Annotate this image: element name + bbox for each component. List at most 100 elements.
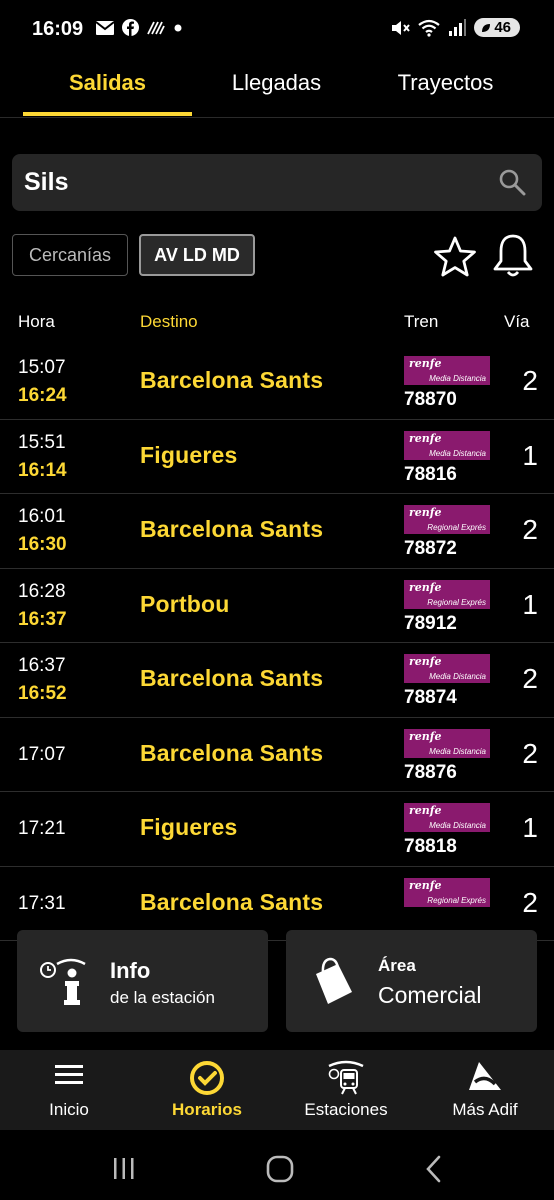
column-header-tren: Tren: [404, 312, 439, 331]
activity-icon: [147, 21, 165, 34]
bottom-navigation: Inicio Horarios Estaciones Más Adif: [0, 1050, 554, 1130]
star-icon[interactable]: [432, 234, 478, 280]
scheduled-time: 16:01: [18, 506, 66, 527]
system-navigation-bar: [0, 1130, 554, 1200]
renfe-brand: renfe: [409, 357, 442, 370]
nav-estaciones-label: Estaciones: [304, 1100, 388, 1119]
service-type: Regional Exprés: [427, 597, 486, 607]
home-icon[interactable]: [266, 1155, 294, 1183]
renfe-logo: renfe Media Distancia: [404, 803, 490, 832]
platform: 2: [522, 514, 538, 545]
area-comercial-card[interactable]: Área Comercial: [286, 930, 537, 1032]
status-icons-left: [96, 19, 183, 36]
filter-av-ld-md-button[interactable]: AV LD MD: [139, 234, 255, 276]
platform: 1: [522, 588, 538, 620]
service-type: Media Distancia: [429, 448, 486, 458]
nav-mas-adif[interactable]: Más Adif: [416, 1050, 554, 1130]
renfe-logo: renfe Media Distancia: [404, 356, 490, 385]
back-icon[interactable]: [424, 1155, 444, 1183]
scheduled-time: 17:31: [18, 892, 66, 914]
departure-row[interactable]: 16:37 16:52 Barcelona Sants renfe Media D…: [0, 643, 554, 718]
renfe-logo: renfe Media Distancia: [404, 430, 490, 460]
departure-row[interactable]: 15:51 16:14 Figueres renfe Media Distanci…: [0, 420, 554, 494]
service-type: Media Distancia: [429, 821, 486, 830]
renfe-brand: renfe: [409, 506, 442, 519]
train-number: 78816: [404, 463, 457, 485]
renfe-logo: renfe Regional Exprés: [404, 877, 490, 907]
estimated-time: 16:37: [18, 608, 67, 630]
renfe-logo: renfe Regional Exprés: [404, 579, 490, 609]
menu-icon: [55, 1065, 83, 1084]
mute-icon: [392, 20, 411, 35]
shopping-bag-icon: [316, 957, 352, 1004]
filter-cercanias-button[interactable]: Cercanías: [12, 234, 128, 276]
station-info-card[interactable]: Info de la estación: [17, 930, 268, 1032]
departure-row[interactable]: 17:07 Barcelona Sants renfe Media Distanc…: [0, 718, 554, 792]
tab-bar: Salidas Llegadas Trayectos: [0, 60, 554, 118]
status-time: 16:09: [32, 18, 84, 40]
estimated-time: 16:24: [18, 385, 67, 406]
tab-llegadas-label: Llegadas: [231, 70, 322, 95]
tab-salidas[interactable]: Salidas: [23, 70, 192, 118]
departures-list: 15:07 16:24 Barcelona Sants renfe Media D…: [0, 345, 554, 941]
nav-mas-adif-label: Más Adif: [452, 1100, 518, 1119]
train-number: 78912: [404, 612, 457, 634]
dot-icon: [174, 24, 182, 31]
station-search-box[interactable]: [12, 154, 542, 211]
estimated-time: 16:14: [18, 459, 67, 481]
recent-apps-icon[interactable]: [112, 1156, 136, 1182]
station-info-icon: [40, 958, 86, 1005]
departure-row[interactable]: 17:21 Figueres renfe Media Distancia 7881…: [0, 792, 554, 867]
scheduled-time: 15:51: [18, 431, 66, 453]
platform: 2: [522, 886, 538, 918]
tab-trayectos-label: Trayectos: [397, 70, 494, 95]
battery-level: 46: [494, 19, 511, 36]
scheduled-time: 16:37: [18, 655, 66, 676]
estimated-time: 16:30: [18, 534, 67, 555]
service-type: Regional Exprés: [427, 895, 486, 905]
signal-icon: [449, 18, 467, 36]
nav-horarios-label: Horarios: [172, 1100, 242, 1119]
scheduled-time: 16:28: [18, 580, 66, 602]
renfe-brand: renfe: [409, 655, 442, 668]
battery-saver-icon: [482, 23, 491, 32]
tab-salidas-label: Salidas: [68, 70, 147, 95]
destination: Barcelona Sants: [140, 516, 324, 542]
service-type: Media Distancia: [429, 746, 486, 756]
station-search-input[interactable]: [24, 168, 484, 197]
bell-icon[interactable]: [490, 232, 536, 280]
tab-trayectos[interactable]: Trayectos: [361, 70, 530, 118]
service-type: Media Distancia: [429, 672, 486, 681]
area-comercial-title: Área: [378, 956, 416, 975]
filter-cercanias-label: Cercanías: [28, 244, 112, 265]
clock-icon: [190, 1061, 224, 1095]
departure-row[interactable]: 16:01 16:30 Barcelona Sants renfe Regiona…: [0, 494, 554, 569]
renfe-logo: renfe Media Distancia: [404, 654, 490, 683]
train-number: 78876: [404, 761, 457, 783]
nav-horarios[interactable]: Horarios: [138, 1050, 276, 1130]
nav-inicio-label: Inicio: [49, 1100, 89, 1119]
column-header-hora: Hora: [18, 312, 55, 331]
tab-llegadas[interactable]: Llegadas: [192, 70, 361, 118]
destination: Figueres: [140, 441, 238, 468]
scheduled-time: 15:07: [18, 357, 66, 378]
nav-estaciones[interactable]: Estaciones: [276, 1050, 416, 1130]
renfe-logo: renfe Regional Exprés: [404, 505, 490, 534]
filter-av-ld-md-label: AV LD MD: [154, 244, 240, 265]
service-type: Regional Exprés: [427, 523, 486, 532]
destination: Barcelona Sants: [140, 739, 324, 766]
platform: 2: [522, 365, 538, 396]
nav-inicio[interactable]: Inicio: [0, 1050, 138, 1130]
departure-row[interactable]: 16:28 16:37 Portbou renfe Regional Exprés…: [0, 569, 554, 643]
battery-indicator: 46: [474, 18, 520, 37]
search-icon[interactable]: [498, 168, 526, 196]
active-tab-indicator: [23, 112, 192, 116]
departure-row[interactable]: 15:07 16:24 Barcelona Sants renfe Media D…: [0, 345, 554, 420]
renfe-brand: renfe: [409, 431, 442, 445]
train-number: 78818: [404, 836, 457, 857]
destination: Figueres: [140, 814, 238, 840]
renfe-logo: renfe Media Distancia: [404, 728, 490, 758]
wifi-icon: [418, 19, 440, 37]
destination: Portbou: [140, 590, 230, 617]
platform: 1: [522, 812, 538, 843]
